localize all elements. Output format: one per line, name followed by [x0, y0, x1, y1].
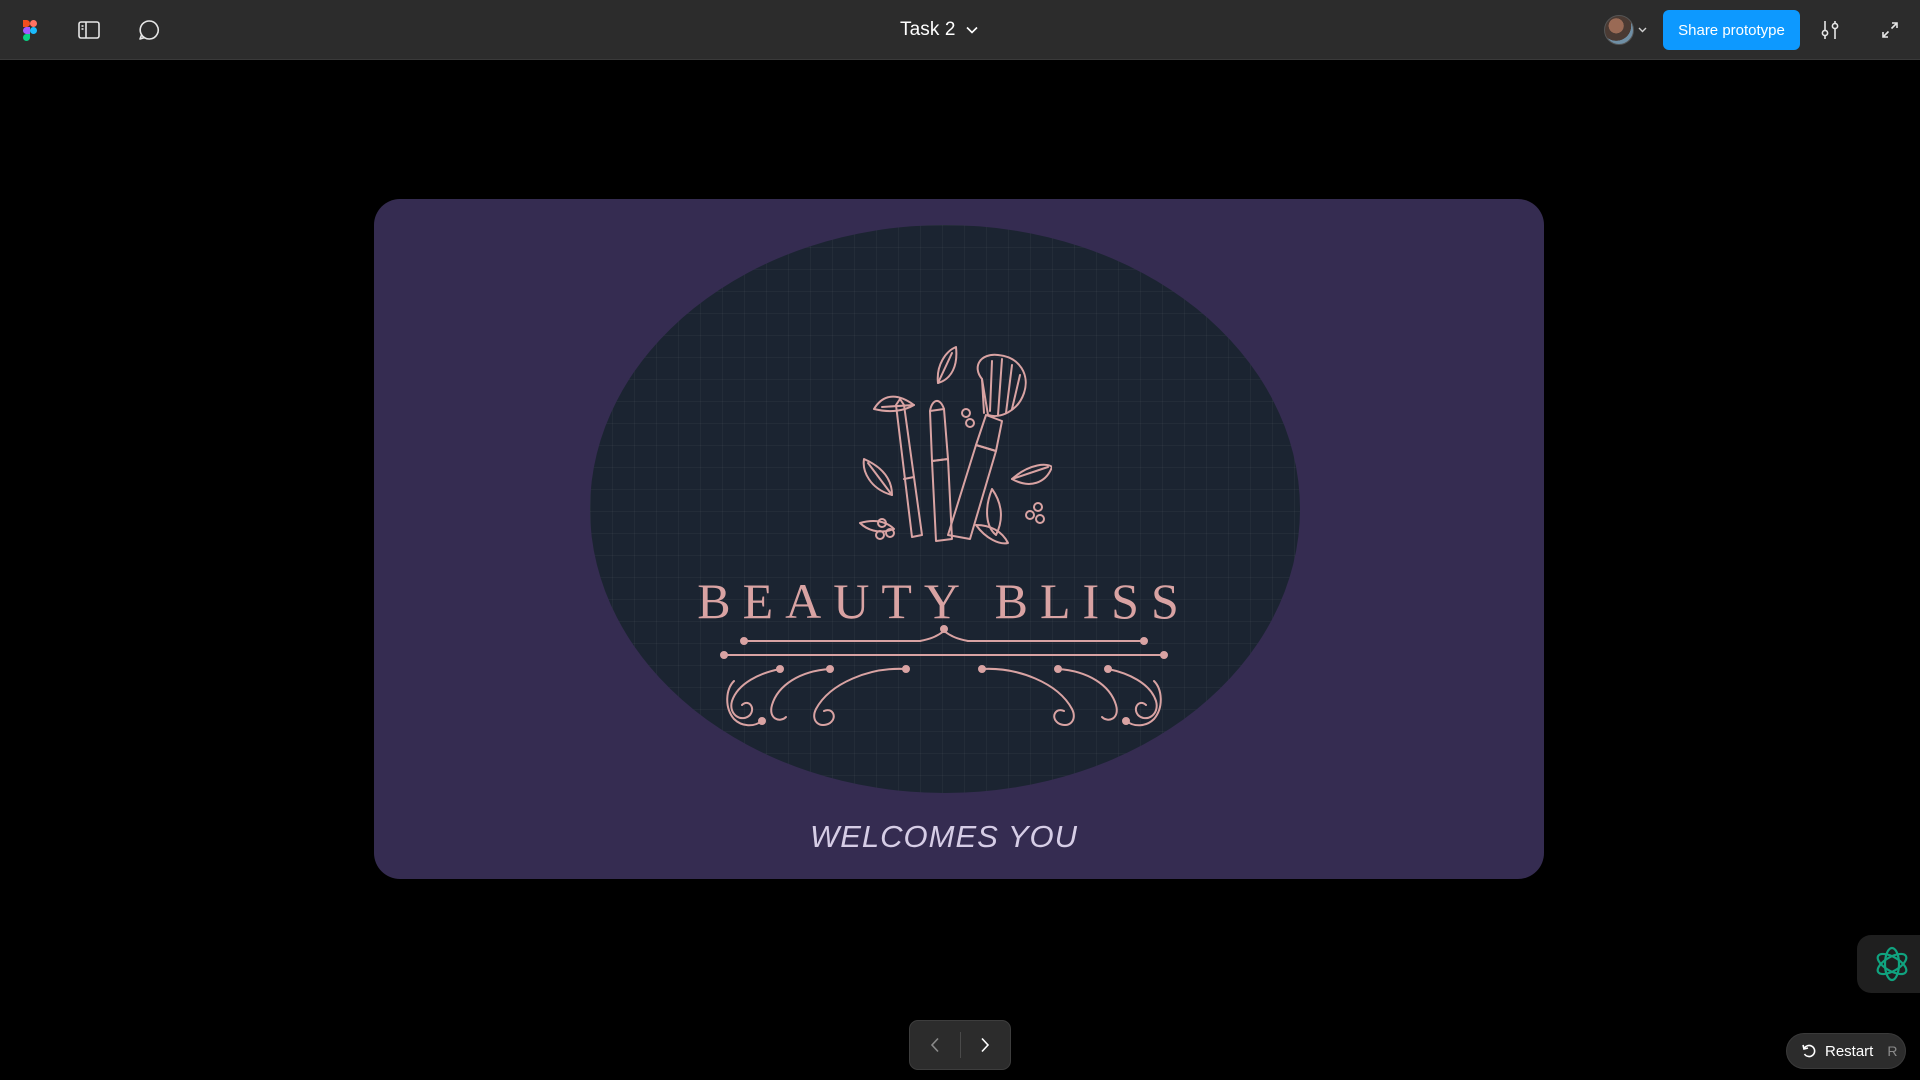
expand-icon[interactable]	[1872, 12, 1908, 48]
chevron-left-icon	[930, 1037, 939, 1053]
ai-assistant-icon	[1876, 946, 1908, 982]
restart-button[interactable]: Restart R	[1786, 1033, 1906, 1069]
frame-navigation	[909, 1020, 1011, 1070]
ai-assistant-button[interactable]	[1857, 935, 1920, 993]
prototype-frame: BEAUTY BLISS WELCOMES YOU	[374, 199, 1544, 879]
chevron-down-icon	[1638, 27, 1647, 33]
share-prototype-button[interactable]: Share prototype	[1663, 10, 1800, 50]
sidebar-panel-icon[interactable]	[71, 12, 107, 48]
restart-icon	[1802, 1044, 1816, 1058]
user-menu[interactable]	[1604, 14, 1647, 46]
welcome-tagline: WELCOMES YOU	[809, 819, 1079, 854]
avatar	[1604, 15, 1634, 45]
chevron-right-icon	[981, 1037, 990, 1053]
figma-logo-icon[interactable]	[12, 12, 48, 48]
restart-label: Restart	[1825, 1042, 1874, 1060]
ornamental-flourish-icon	[720, 625, 1168, 727]
file-title: Task 2	[900, 19, 956, 40]
previous-frame-button[interactable]	[910, 1021, 960, 1069]
settings-sliders-icon[interactable]	[1812, 12, 1848, 48]
restart-shortcut: R	[1887, 1043, 1898, 1059]
file-title-dropdown[interactable]: Task 2	[900, 14, 978, 46]
comment-icon[interactable]	[131, 12, 167, 48]
chevron-down-icon	[965, 26, 978, 34]
brand-title: BEAUTY BLISS	[697, 573, 1191, 629]
next-frame-button[interactable]	[960, 1021, 1010, 1069]
makeup-brushes-logo-icon	[859, 346, 1052, 545]
prototype-toolbar: Task 2 Share prototype	[0, 0, 1920, 60]
